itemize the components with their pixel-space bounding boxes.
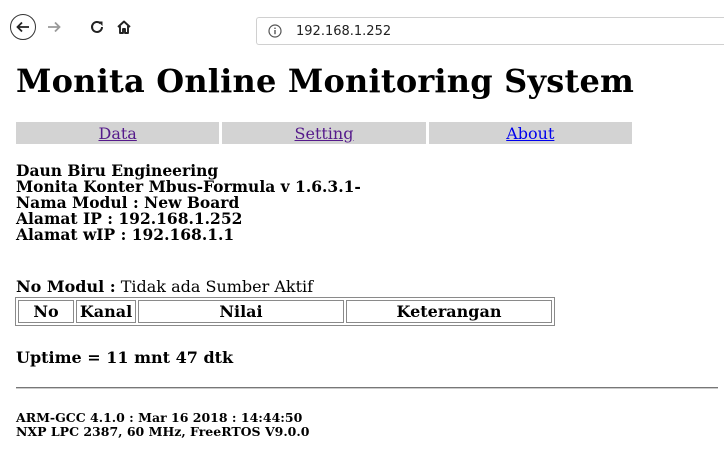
- table-header-row: No Kanal Nilai Keterangan: [18, 300, 552, 323]
- home-icon: [117, 20, 131, 34]
- header-keterangan: Keterangan: [346, 300, 552, 323]
- back-button[interactable]: [10, 14, 36, 40]
- forward-button[interactable]: [42, 14, 66, 40]
- back-arrow-icon: [16, 21, 29, 33]
- setting-link[interactable]: Setting: [295, 124, 354, 143]
- reload-icon: [91, 20, 103, 33]
- build-info: ARM-GCC 4.1.0 : Mar 16 2018 : 14:44:50 N…: [16, 411, 309, 439]
- uptime: Uptime = 11 mnt 47 dtk: [16, 348, 234, 367]
- header-nilai: Nilai: [138, 300, 344, 323]
- device-info: Daun Biru Engineering Monita Konter Mbus…: [16, 163, 361, 243]
- horizontal-divider: [16, 387, 718, 389]
- menu-cell-setting: Setting: [222, 122, 426, 144]
- menu-cell-about: About: [428, 122, 632, 144]
- address-bar[interactable]: 192.168.1.252: [256, 17, 724, 45]
- page-title: Monita Online Monitoring System: [16, 62, 635, 100]
- info-icon[interactable]: [268, 24, 288, 38]
- forward-arrow-icon: [48, 21, 61, 33]
- platform-info: NXP LPC 2387, 60 MHz, FreeRTOS V9.0.0: [16, 424, 310, 439]
- header-no: No: [18, 300, 74, 323]
- url-text: 192.168.1.252: [296, 23, 392, 39]
- menu-cell-data: Data: [16, 122, 220, 144]
- wip-address: Alamat wIP : 192.168.1.1: [16, 225, 235, 244]
- module-status-value: Tidak ada Sumber Aktif: [120, 277, 314, 296]
- data-link[interactable]: Data: [98, 124, 136, 143]
- browser-toolbar: 192.168.1.252: [0, 0, 724, 64]
- channel-table: No Kanal Nilai Keterangan: [15, 297, 555, 326]
- compiler-info: ARM-GCC 4.1.0 : Mar 16 2018 : 14:44:50: [16, 410, 303, 425]
- header-kanal: Kanal: [76, 300, 136, 323]
- about-link[interactable]: About: [506, 124, 554, 143]
- module-status-label: No Modul :: [16, 277, 116, 296]
- home-button[interactable]: [112, 14, 136, 40]
- module-status: No Modul : Tidak ada Sumber Aktif: [16, 277, 313, 296]
- reload-button[interactable]: [85, 14, 109, 40]
- main-menu: Data Setting About: [16, 122, 632, 144]
